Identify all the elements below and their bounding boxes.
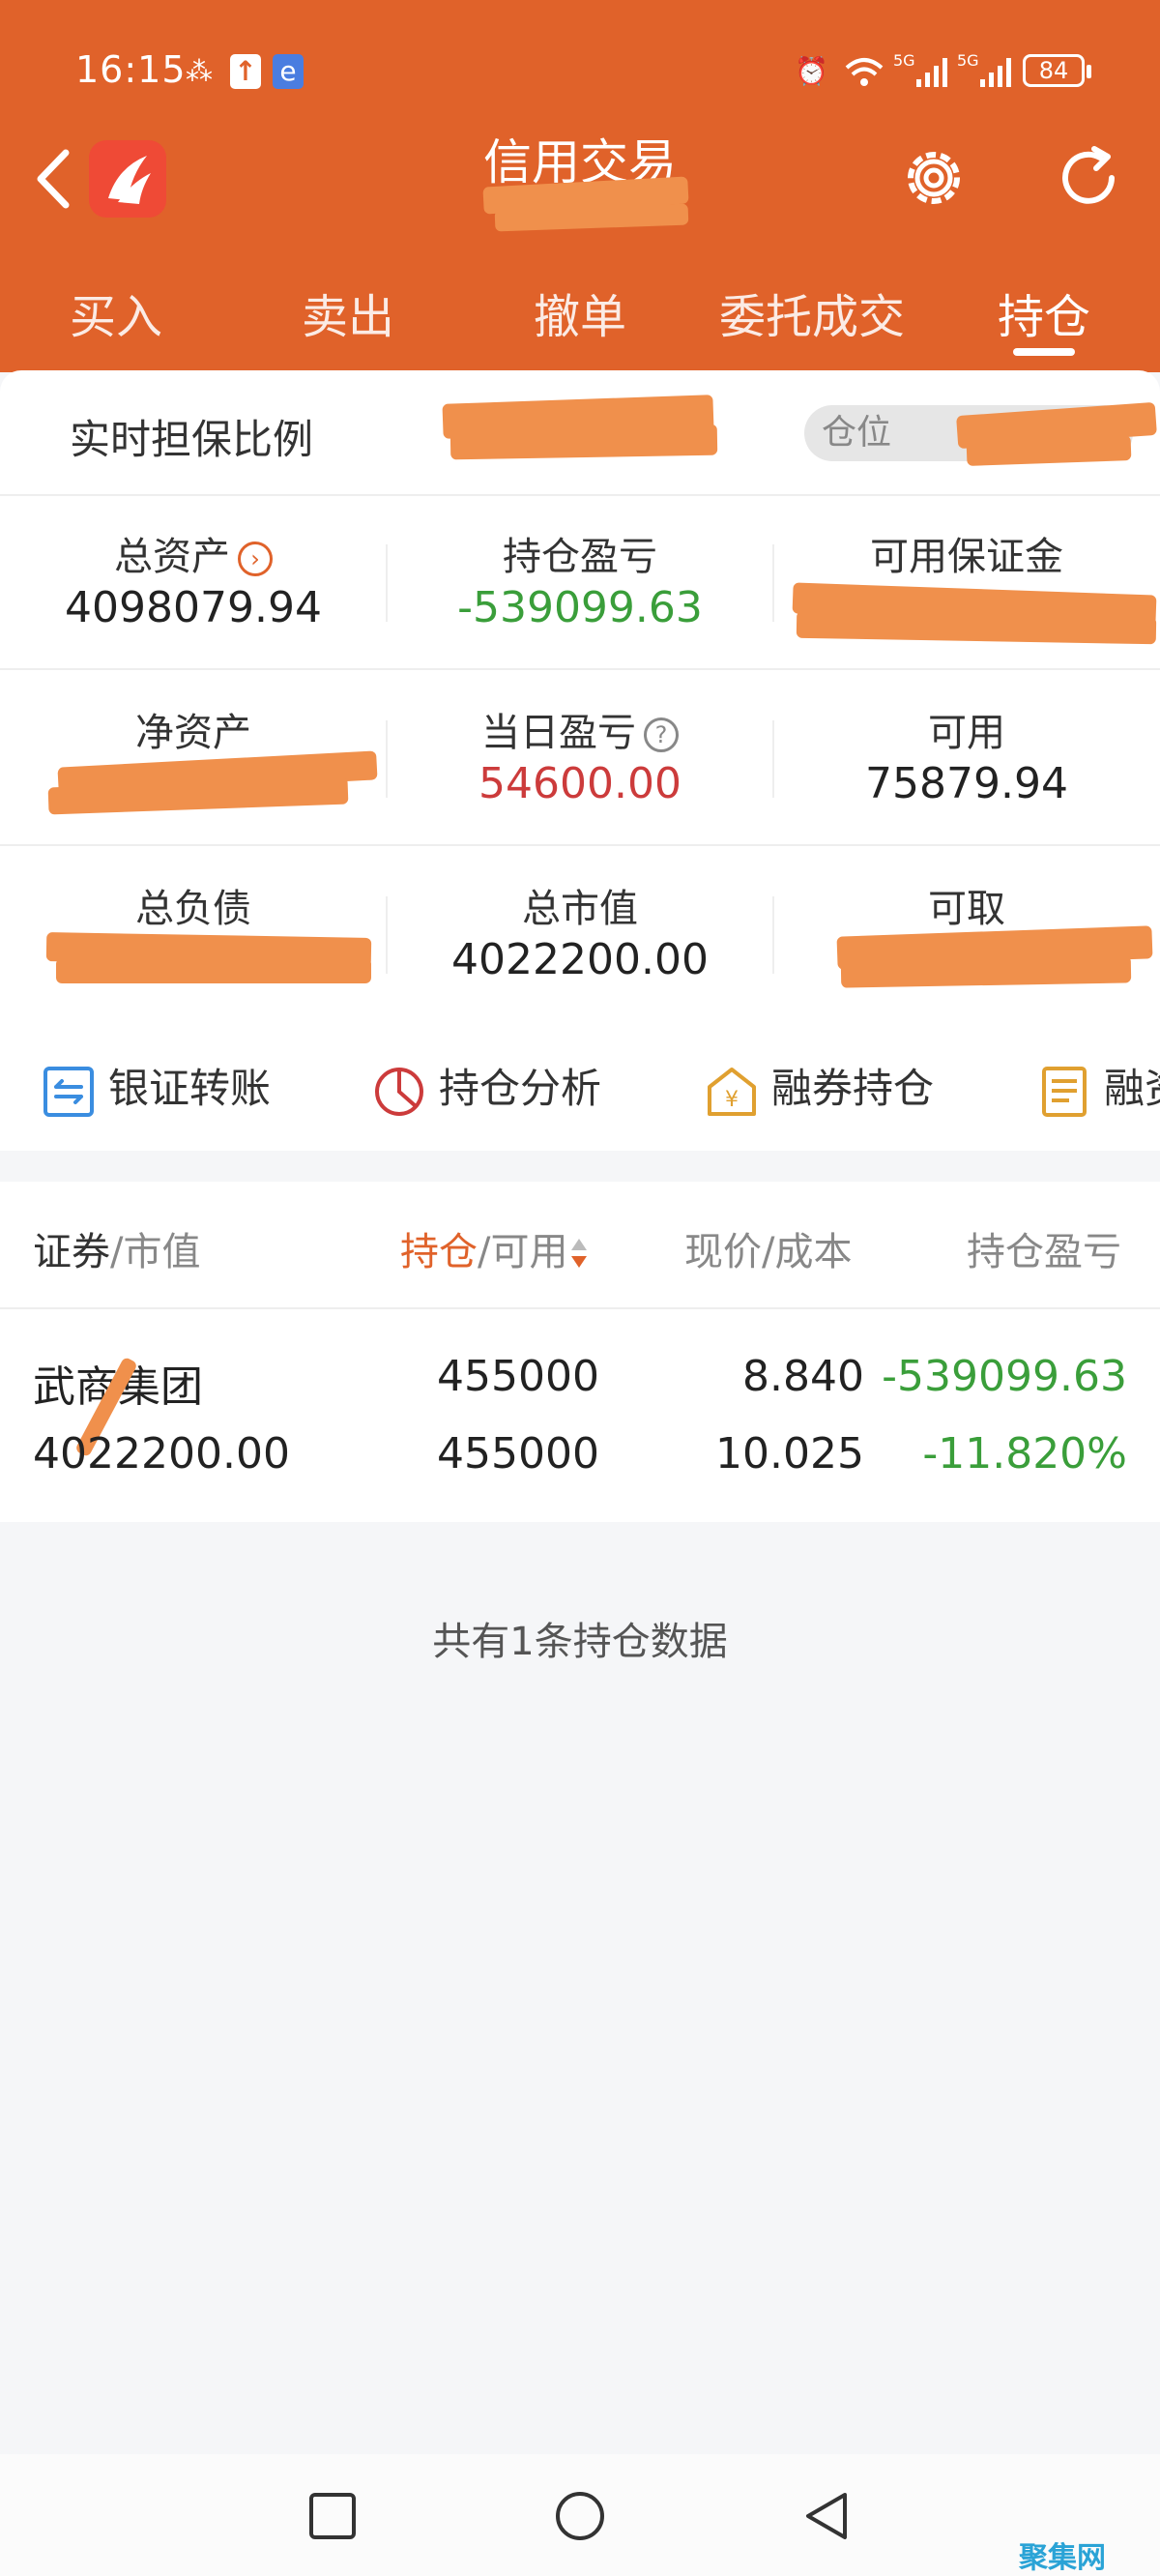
available-quantity: 455000 xyxy=(437,1429,599,1478)
withdrawable-cell: 可取 xyxy=(773,848,1160,1022)
app-header: 16:15 ⁂ ↑ e ⏰ 5G 5G 84 信用交易 买入 卖出 撤单 委托成… xyxy=(0,0,1160,372)
total-market-value-cell: 总市值 4022200.00 xyxy=(387,848,773,1022)
available-cell: 可用 75879.94 xyxy=(773,672,1160,846)
signal-bars-icon-2 xyxy=(980,58,1011,87)
upload-icon: ↑ xyxy=(230,54,261,89)
row-pnl-amount: -539099.63 xyxy=(882,1352,1127,1401)
current-price: 8.840 xyxy=(742,1352,864,1401)
watermark-text: 聚集网 xyxy=(1019,2541,1106,2575)
status-time: 16:15 xyxy=(75,48,187,91)
redaction-mark xyxy=(56,958,371,983)
total-liabilities-cell: 总负债 xyxy=(0,848,387,1022)
position-pnl-cell: 持仓盈亏 -539099.63 xyxy=(387,496,773,670)
bank-transfer-icon xyxy=(44,1066,94,1117)
summary-row-1: 总资产 › 4098079.94 持仓盈亏 -539099.63 可用保证金 xyxy=(0,496,1160,670)
pie-chart-icon xyxy=(375,1067,423,1116)
total-assets-cell[interactable]: 总资产 › 4098079.94 xyxy=(0,496,387,670)
battery-indicator: 84 xyxy=(1023,54,1091,87)
net-assets-cell: 净资产 xyxy=(0,672,387,846)
column-price-cost[interactable]: 现价/成本 xyxy=(684,1220,852,1276)
total-liabilities-label: 总负债 xyxy=(135,887,251,931)
column-position-pnl[interactable]: 持仓盈亏 xyxy=(967,1220,1121,1276)
withdrawable-label: 可取 xyxy=(928,887,1005,931)
position-pnl-label: 持仓盈亏 xyxy=(503,535,657,579)
daily-pnl-cell: 当日盈亏? 54600.00 xyxy=(387,672,773,846)
back-triangle-icon[interactable] xyxy=(800,2489,855,2543)
total-assets-value: 4098079.94 xyxy=(65,583,322,632)
total-market-value-label: 总市值 xyxy=(522,887,638,931)
settings-gear-icon[interactable] xyxy=(897,141,971,215)
browser-app-icon: e xyxy=(273,54,304,89)
signal-label-2: 5G xyxy=(957,51,979,70)
net-assets-label: 净资产 xyxy=(135,711,251,755)
recent-apps-square-icon[interactable] xyxy=(305,2489,360,2543)
refresh-icon[interactable] xyxy=(1052,141,1125,215)
security-market-value: 4022200.00 xyxy=(33,1429,290,1478)
available-label: 可用 xyxy=(928,711,1005,755)
yen-house-icon: ¥ xyxy=(708,1067,756,1116)
quick-tools-row: 银证转账 持仓分析 ¥ 融券持仓 融资 xyxy=(0,1028,1160,1151)
bank-transfer-button[interactable]: 银证转账 xyxy=(43,1055,271,1123)
bluetooth-icon: ⁂ xyxy=(186,55,213,87)
positions-count-note: 共有1条持仓数据 xyxy=(432,1620,728,1664)
tab-buy[interactable]: 买入 xyxy=(0,278,232,346)
alarm-icon: ⏰ xyxy=(795,55,828,87)
redaction-mark xyxy=(450,424,718,460)
help-question-icon[interactable]: ? xyxy=(644,717,679,752)
daily-pnl-value: 54600.00 xyxy=(478,759,682,808)
position-label: 仓位 xyxy=(822,413,892,453)
trade-tabs: 买入 卖出 撤单 委托成交 持仓 xyxy=(0,271,1160,358)
margin-financing-button[interactable]: 融资 xyxy=(1038,1055,1160,1123)
summary-row-2: 净资产 当日盈亏? 54600.00 可用 75879.94 xyxy=(0,672,1160,846)
cost-price: 10.025 xyxy=(715,1429,864,1478)
total-assets-label: 总资产 › xyxy=(0,525,387,581)
active-tab-indicator xyxy=(1013,348,1075,356)
table-row[interactable]: 武商集团 4022200.00 455000 455000 8.840 10.0… xyxy=(0,1309,1160,1522)
chevron-right-icon[interactable]: › xyxy=(238,542,273,576)
signal-label-1: 5G xyxy=(893,51,915,70)
summary-row-3: 总负债 总市值 4022200.00 可取 xyxy=(0,848,1160,1022)
position-analysis-button[interactable]: 持仓分析 xyxy=(373,1055,601,1123)
redaction-mark xyxy=(796,610,1157,645)
wifi-icon xyxy=(845,58,884,86)
positions-table-header: 证券/市值 持仓/可用 现价/成本 持仓盈亏 xyxy=(0,1182,1160,1309)
row-pnl-percent: -11.820% xyxy=(922,1429,1127,1478)
signal-bars-icon xyxy=(916,58,947,87)
svg-text:¥: ¥ xyxy=(725,1088,739,1112)
redaction-mark xyxy=(840,955,1132,988)
available-margin-cell: 可用保证金 xyxy=(773,496,1160,670)
securities-lending-position-button[interactable]: ¥ 融券持仓 xyxy=(706,1055,934,1123)
sort-arrows-icon xyxy=(571,1237,588,1272)
daily-pnl-label: 当日盈亏? xyxy=(387,701,773,757)
tab-sell[interactable]: 卖出 xyxy=(232,278,464,346)
guarantee-ratio-label: 实时担保比例 xyxy=(70,416,314,463)
tab-orders-fills[interactable]: 委托成交 xyxy=(696,278,928,346)
guarantee-ratio-row: 实时担保比例 仓位 xyxy=(0,370,1160,496)
position-quantity: 455000 xyxy=(437,1352,599,1401)
system-nav-bar xyxy=(0,2454,1160,2576)
available-value: 75879.94 xyxy=(865,759,1068,808)
redaction-mark xyxy=(966,435,1132,466)
home-circle-icon[interactable] xyxy=(553,2489,607,2543)
funding-doc-icon xyxy=(1042,1066,1087,1117)
account-summary-card: 实时担保比例 仓位 总资产 › 4098079.94 持仓盈亏 -539099.6… xyxy=(0,370,1160,1151)
tab-positions[interactable]: 持仓 xyxy=(928,278,1160,346)
available-margin-label: 可用保证金 xyxy=(870,535,1063,579)
tab-cancel-order[interactable]: 撤单 xyxy=(464,278,696,346)
status-bar: 16:15 ⁂ ↑ e ⏰ 5G 5G 84 xyxy=(0,0,1160,135)
total-market-value-value: 4022200.00 xyxy=(451,935,709,984)
column-position-available[interactable]: 持仓/可用 xyxy=(400,1220,588,1276)
position-pnl-value: -539099.63 xyxy=(457,583,703,632)
column-security-market-value[interactable]: 证券/市值 xyxy=(33,1220,200,1276)
